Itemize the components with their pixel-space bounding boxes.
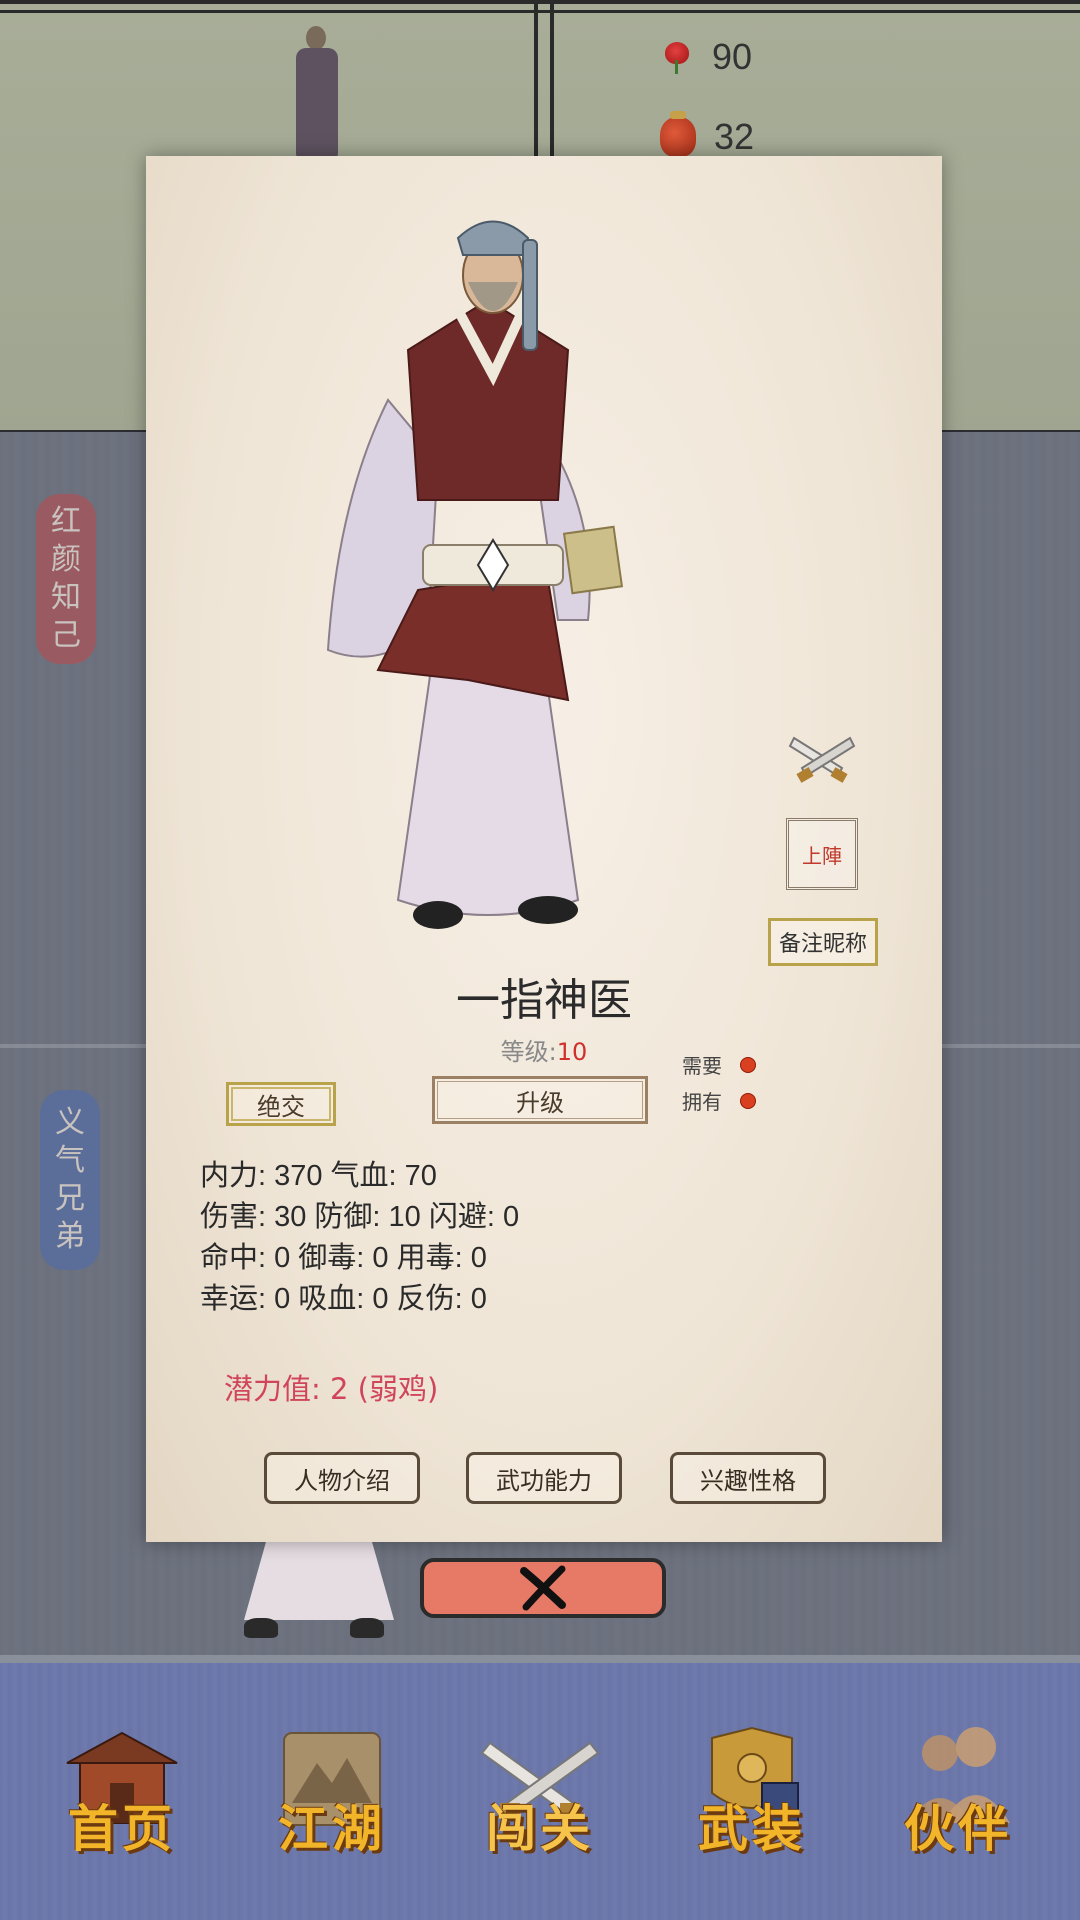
nav-top-border [0,1655,1080,1663]
stats-line: 伤害: 30 防御: 10 闪避: 0 [200,1201,520,1233]
nav-equipment[interactable]: 武装 [682,1723,822,1863]
wine-count: 32 [714,116,755,157]
upgrade-button[interactable]: 升级 [432,1076,648,1124]
rose-counter: 90 [660,36,752,78]
crossed-swords-icon[interactable] [786,720,858,790]
wine-counter: 32 [660,111,755,158]
potential-value: 潜力值: 2 (弱鸡) [224,1372,439,1406]
nav-jianghu-label: 江湖 [278,1799,386,1858]
rose-icon [660,40,694,74]
level-value: 10 [556,1038,588,1066]
sever-ties-button[interactable]: 绝交 [226,1082,336,1126]
character-detail-dialog: 一指神医 等级:10 绝交 升级 需要 拥有 上陣 备注昵称 内力: 370 气… [146,156,942,1542]
decorative-pillar [534,4,554,164]
tab-character-intro[interactable]: 人物介绍 [264,1452,420,1504]
own-label: 拥有 [682,1090,722,1114]
upgrade-requirement: 需要 [682,1050,756,1079]
background-character-figure-2[interactable] [232,1540,402,1645]
nickname-note-button[interactable]: 备注昵称 [768,918,878,966]
stats-block: 内力: 370 气血: 70 伤害: 30 防御: 10 闪避: 0 命中: 0… [200,1156,519,1320]
nav-partners[interactable]: 伙伴 [888,1723,1028,1863]
tab-confidante[interactable]: 红 颜 知 己 [36,494,96,664]
tab-sworn-brothers[interactable]: 义 气 兄 弟 [40,1090,100,1270]
material-icon [740,1092,756,1109]
wine-jar-icon [660,111,696,157]
tab-martial-ability[interactable]: 武功能力 [466,1452,622,1504]
nav-home-label: 首页 [68,1799,176,1858]
background-character-figure[interactable] [282,18,352,158]
bottom-nav: 首页 江湖 闯关 武装 伙伴 [0,1663,1080,1920]
stats-line: 内力: 370 气血: 70 [200,1160,437,1192]
close-icon [520,1565,566,1611]
level-label: 等级: [500,1038,557,1066]
deploy-button[interactable]: 上陣 [786,818,858,890]
material-icon [740,1056,756,1073]
nav-challenge[interactable]: 闯关 [470,1723,610,1863]
close-button[interactable] [420,1558,666,1618]
upgrade-owned: 拥有 [682,1086,756,1115]
nav-partners-label: 伙伴 [904,1799,1012,1858]
rose-count: 90 [712,36,753,77]
stats-line: 命中: 0 御毒: 0 用毒: 0 [200,1242,487,1274]
character-portrait [326,220,624,929]
stats-line: 幸运: 0 吸血: 0 反伤: 0 [200,1283,487,1315]
nav-home[interactable]: 首页 [52,1723,192,1863]
character-name: 一指神医 [456,975,632,1026]
nav-challenge-label: 闯关 [486,1799,594,1858]
character-level: 等级:10 [146,1032,942,1067]
require-label: 需要 [682,1054,722,1078]
tab-interests-personality[interactable]: 兴趣性格 [670,1452,826,1504]
nav-jianghu[interactable]: 江湖 [262,1723,402,1863]
nav-equipment-label: 武装 [698,1799,806,1858]
